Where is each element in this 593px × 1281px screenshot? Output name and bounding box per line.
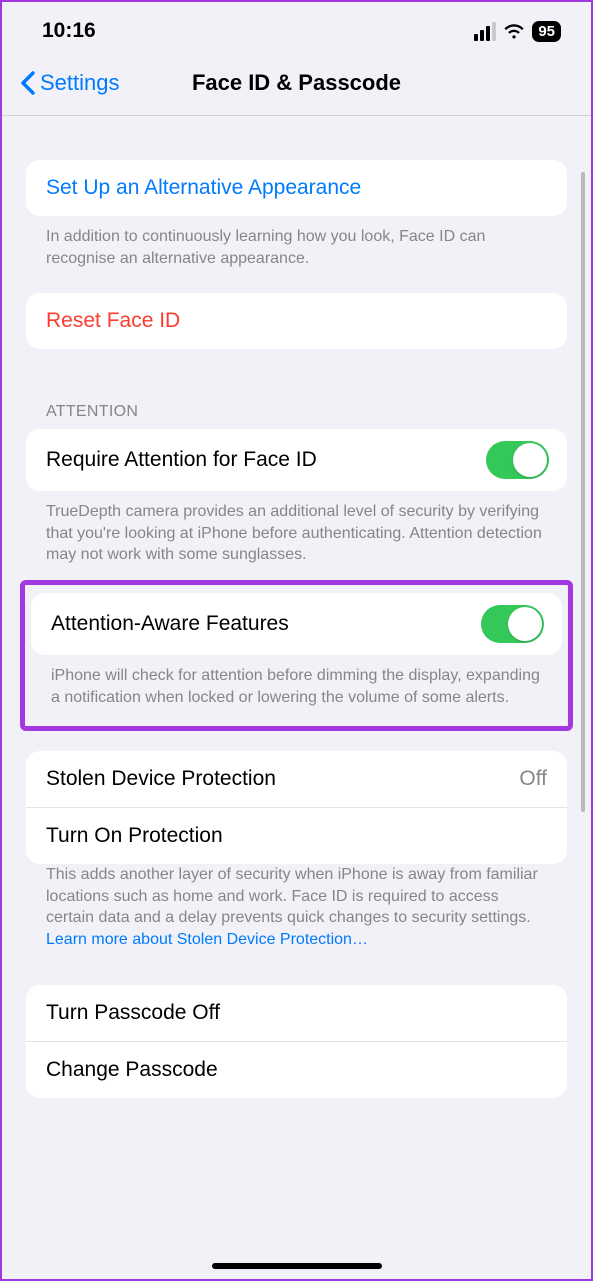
attention-aware-footer: iPhone will check for attention before d… [25,665,568,708]
back-button[interactable]: Settings [20,70,120,96]
status-time: 10:16 [42,19,96,43]
attention-aware-label: Attention-Aware Features [51,612,289,636]
battery-icon: 95 [532,21,561,42]
require-attention-label: Require Attention for Face ID [46,448,317,472]
home-indicator[interactable] [212,1263,382,1269]
cellular-icon [474,22,496,41]
chevron-left-icon [20,71,36,95]
require-attention-toggle[interactable] [486,441,549,479]
reset-face-id-button[interactable]: Reset Face ID [26,293,567,349]
turn-passcode-off-button[interactable]: Turn Passcode Off [26,985,567,1041]
attention-aware-row[interactable]: Attention-Aware Features [31,593,562,655]
stolen-device-group: Stolen Device Protection Off Turn On Pro… [26,751,567,864]
require-attention-row[interactable]: Require Attention for Face ID [26,429,567,491]
stolen-device-footer: This adds another layer of security when… [2,864,591,950]
require-attention-footer: TrueDepth camera provides an additional … [2,501,591,566]
stolen-footer-text: This adds another layer of security when… [46,866,538,926]
stolen-device-row[interactable]: Stolen Device Protection Off [26,751,567,807]
turn-on-protection-button[interactable]: Turn On Protection [26,807,567,864]
setup-alt-appearance-button[interactable]: Set Up an Alternative Appearance [26,160,567,216]
change-passcode-button[interactable]: Change Passcode [26,1041,567,1098]
scrollbar[interactable] [581,172,585,812]
wifi-icon [503,23,525,39]
nav-header: Settings Face ID & Passcode [2,56,591,116]
attention-aware-highlight: Attention-Aware Features iPhone will che… [20,580,573,731]
status-icons: 95 [474,21,561,42]
stolen-device-value: Off [519,767,547,791]
settings-content: Set Up an Alternative Appearance In addi… [2,116,591,1138]
passcode-group: Turn Passcode Off Change Passcode [26,985,567,1098]
status-bar: 10:16 95 [2,2,591,56]
stolen-device-label: Stolen Device Protection [46,767,276,791]
attention-section-header: ATTENTION [2,403,591,429]
alt-appearance-footer: In addition to continuously learning how… [2,226,591,269]
learn-more-link[interactable]: Learn more about Stolen Device Protectio… [46,931,368,948]
attention-aware-toggle[interactable] [481,605,544,643]
back-label: Settings [40,70,120,96]
